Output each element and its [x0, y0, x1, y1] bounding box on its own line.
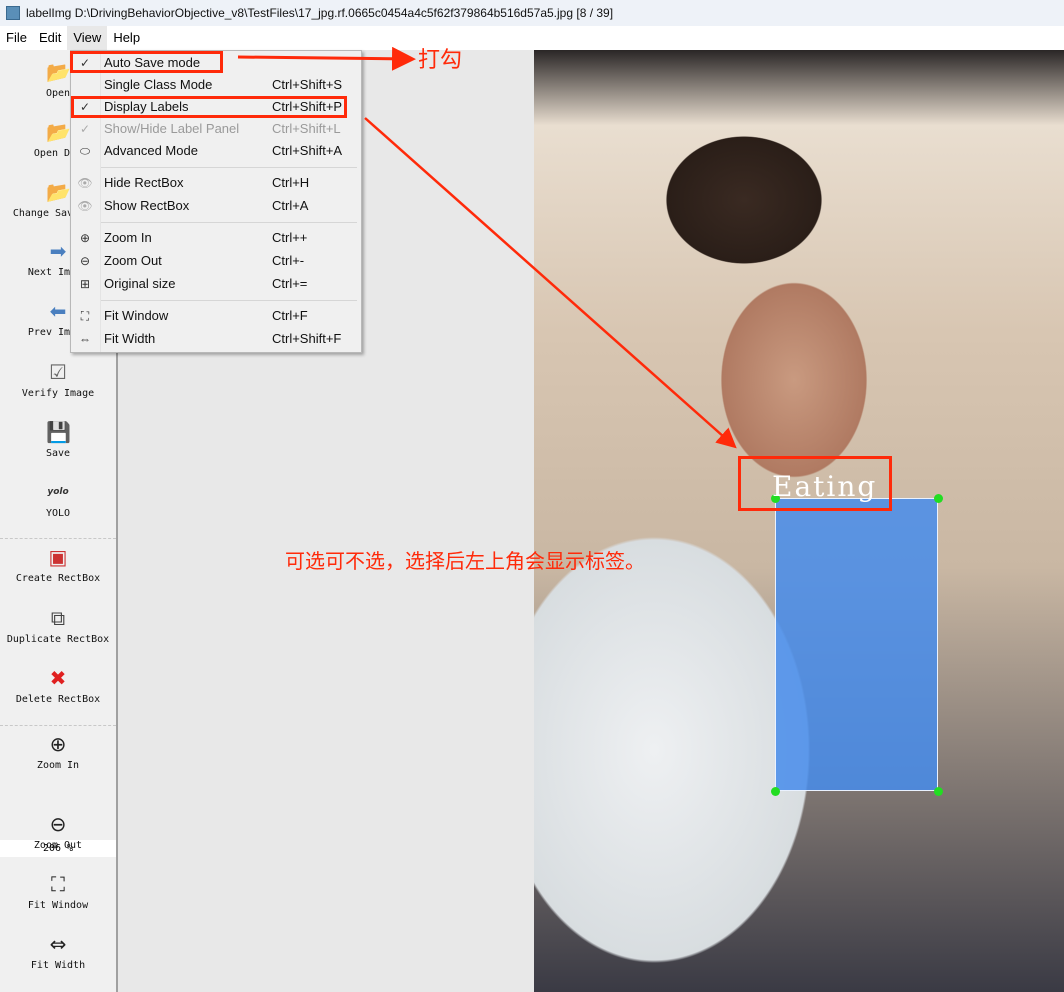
check-note: 打勾: [418, 48, 463, 73]
arrow-to-check-note: [237, 46, 416, 71]
arrow-to-label: [364, 117, 737, 449]
annotation-arrows: [237, 46, 737, 449]
